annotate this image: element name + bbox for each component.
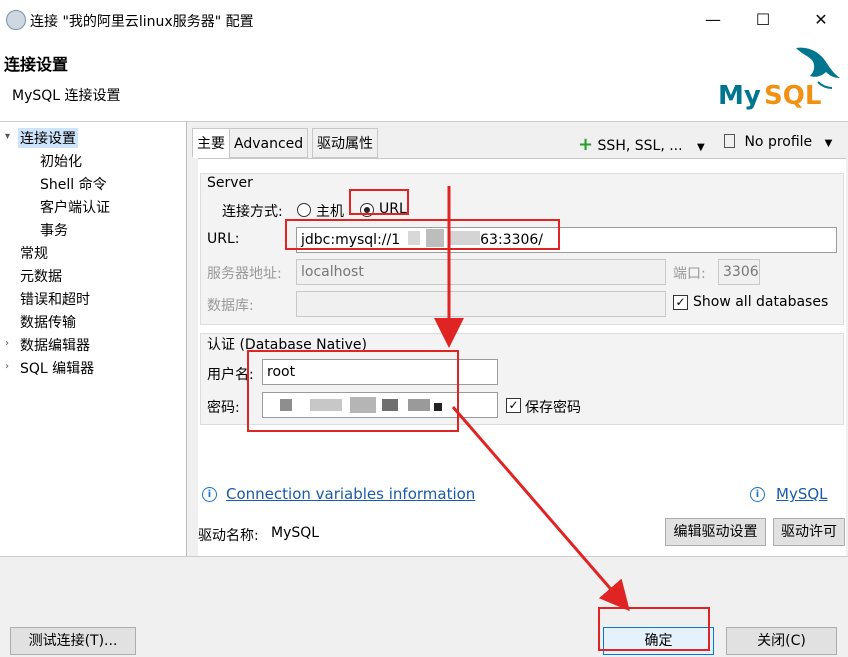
annotation-arrow-to-ok <box>451 406 630 612</box>
annotation-arrows <box>434 186 630 612</box>
